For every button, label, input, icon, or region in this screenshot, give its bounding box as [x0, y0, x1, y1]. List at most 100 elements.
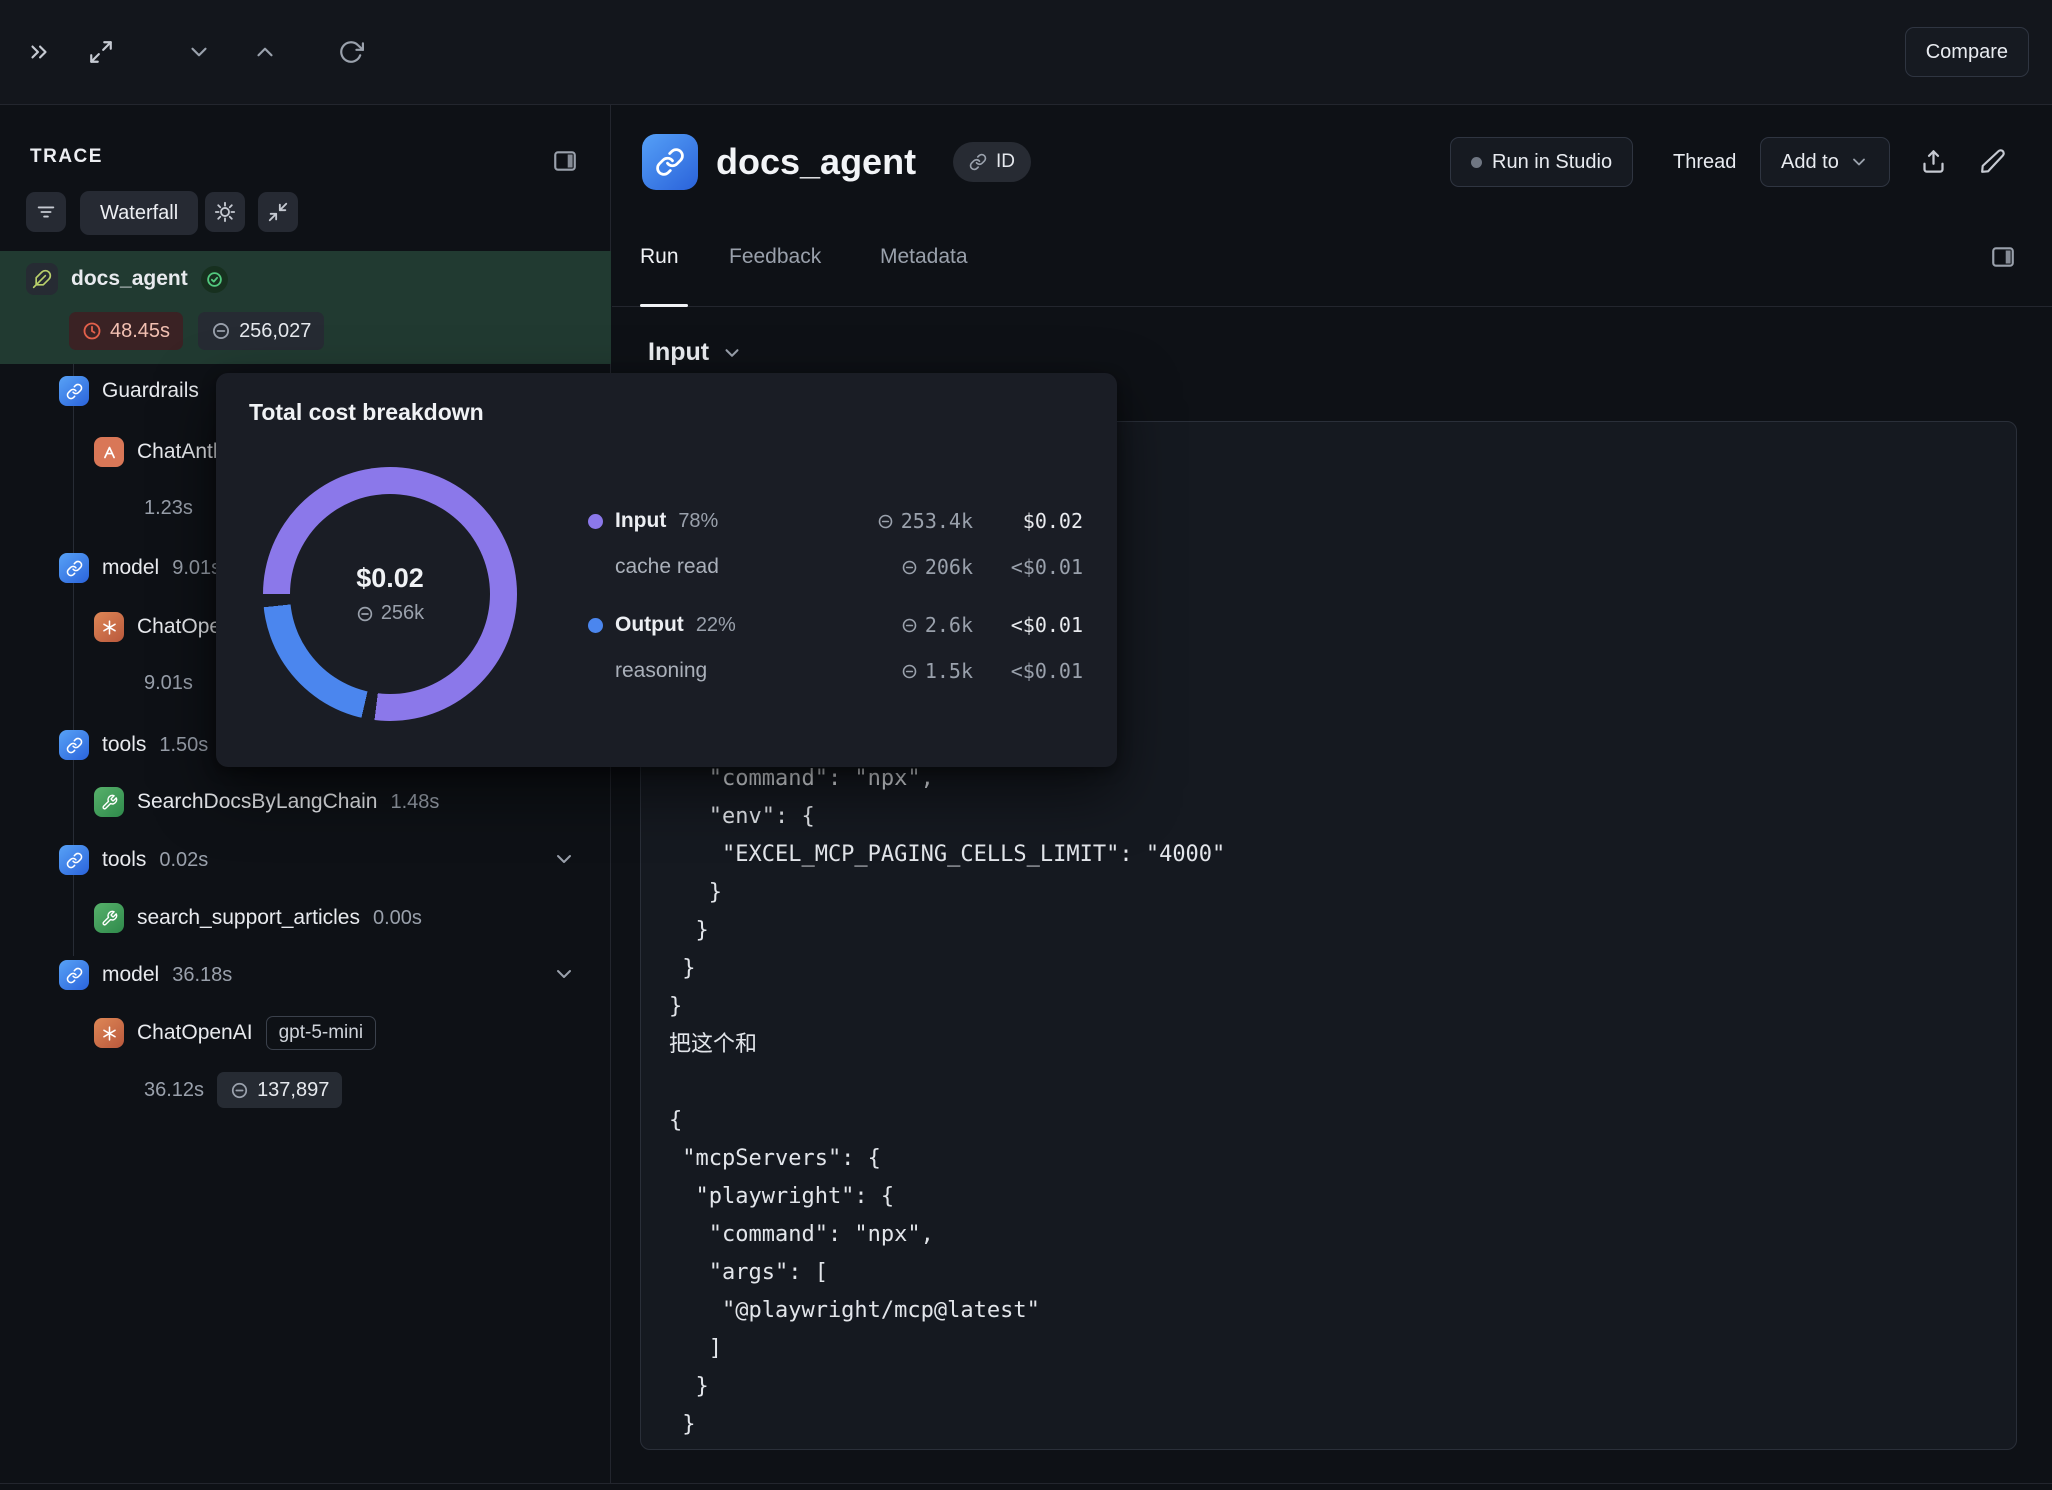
- chevron-down-icon[interactable]: [552, 962, 576, 986]
- refresh-icon[interactable]: [338, 39, 364, 65]
- run-type-chain-icon: [642, 134, 698, 190]
- wrench-icon: [94, 903, 124, 933]
- panel-toggle-icon[interactable]: [1990, 244, 2016, 270]
- duration-value: 48.45s: [110, 320, 170, 343]
- legend-pct: 22%: [696, 614, 736, 637]
- total-tokens-value: 256k: [381, 602, 424, 625]
- openai-icon: [94, 1018, 124, 1048]
- clock-icon: [82, 321, 102, 341]
- run-name: ChatOpenAI: [137, 1021, 253, 1045]
- filter-icon: [35, 201, 57, 223]
- share-icon[interactable]: [1920, 148, 1947, 175]
- cost-donut-chart: $0.02 256k: [263, 467, 517, 721]
- tokens-badge: 137,897: [217, 1072, 342, 1108]
- trace-row[interactable]: model 36.18s: [59, 951, 232, 999]
- top-toolbar: Compare: [0, 0, 2052, 105]
- page-title: docs_agent: [716, 134, 916, 190]
- openai-icon: [94, 612, 124, 642]
- run-name: tools: [102, 733, 146, 757]
- id-badge-label: ID: [996, 151, 1015, 173]
- token-icon: [877, 513, 894, 530]
- trace-row[interactable]: ChatOpenAI gpt-5-mini: [94, 1009, 376, 1057]
- collapse-all-button[interactable]: [258, 192, 298, 232]
- run-name: model: [102, 963, 159, 987]
- run-duration: 36.18s: [172, 964, 232, 987]
- settings-button[interactable]: [205, 192, 245, 232]
- trace-row[interactable]: search_support_articles 0.00s: [94, 894, 422, 942]
- cost-legend: Input 78% 253.4k $0.02 cache read 206k: [588, 498, 1083, 694]
- status-dot: [1471, 157, 1482, 168]
- run-name: SearchDocsByLangChain: [137, 790, 377, 814]
- panel-toggle-icon[interactable]: [552, 148, 578, 174]
- input-section-header[interactable]: Input: [648, 338, 743, 367]
- token-icon: [901, 663, 918, 680]
- total-tokens: 256k: [356, 602, 424, 625]
- legend-row-output: Output 22% 2.6k <$0.01: [588, 602, 1083, 648]
- thread-label: Thread: [1673, 151, 1736, 174]
- run-duration: 36.12s: [144, 1079, 204, 1102]
- edit-icon[interactable]: [1980, 148, 2006, 174]
- tab-metadata[interactable]: Metadata: [880, 236, 968, 278]
- legend-cost: <$0.01: [973, 659, 1083, 683]
- trace-row[interactable]: tools 0.02s: [59, 836, 208, 884]
- tokens-value: 256,027: [239, 320, 311, 343]
- bottom-divider: [0, 1483, 2052, 1484]
- gear-icon: [214, 201, 236, 223]
- legend-cost: <$0.01: [973, 555, 1083, 579]
- input-dot: [588, 514, 603, 529]
- token-icon: [901, 617, 918, 634]
- wrench-icon: [94, 787, 124, 817]
- legend-cost: $0.02: [973, 509, 1083, 533]
- collapse-panel-icon[interactable]: [26, 39, 52, 65]
- legend-tokens: 253.4k: [901, 509, 973, 533]
- trace-row-meta: 9.01s: [144, 659, 193, 707]
- chevron-up-icon[interactable]: [252, 39, 278, 65]
- trace-root-row[interactable]: docs_agent: [26, 255, 228, 303]
- chevron-down-icon[interactable]: [186, 39, 212, 65]
- token-icon: [901, 559, 918, 576]
- cost-breakdown-tooltip: Total cost breakdown $0.02 256k Input 78…: [216, 373, 1117, 767]
- minimize-icon: [267, 201, 289, 223]
- tabs-divider: [612, 306, 2052, 307]
- legend-row-input: Input 78% 253.4k $0.02: [588, 498, 1083, 544]
- trace-row[interactable]: model 9.01s: [59, 544, 221, 592]
- id-badge[interactable]: ID: [953, 142, 1031, 182]
- chevron-down-icon[interactable]: [552, 847, 576, 871]
- tab-feedback[interactable]: Feedback: [729, 236, 821, 278]
- run-in-studio-button[interactable]: Run in Studio: [1450, 137, 1633, 187]
- token-icon: [356, 605, 374, 623]
- success-check-icon: [201, 266, 228, 293]
- trace-root-name: docs_agent: [71, 267, 188, 291]
- feather-icon: [26, 263, 58, 295]
- filter-button[interactable]: [26, 192, 66, 232]
- compare-button[interactable]: Compare: [1905, 27, 2029, 77]
- tokens-value: 137,897: [257, 1079, 329, 1102]
- trace-row[interactable]: SearchDocsByLangChain 1.48s: [94, 778, 439, 826]
- trace-row[interactable]: Guardrails: [59, 367, 199, 415]
- add-to-button[interactable]: Add to: [1760, 137, 1890, 187]
- legend-row-cache-read: cache read 206k <$0.01: [588, 544, 1083, 590]
- chevron-down-icon: [1849, 152, 1869, 172]
- link-icon: [969, 153, 987, 171]
- tab-run[interactable]: Run: [640, 236, 679, 278]
- token-icon: [230, 1081, 249, 1100]
- run-duration: 9.01s: [172, 557, 221, 580]
- waterfall-button[interactable]: Waterfall: [80, 191, 198, 235]
- trace-row-meta: 1.23s: [144, 484, 193, 532]
- token-icon: [211, 321, 231, 341]
- trace-root-badges: 48.45s 256,027: [69, 312, 324, 350]
- run-name: model: [102, 556, 159, 580]
- chain-icon: [59, 553, 89, 583]
- donut-center: $0.02 256k: [290, 494, 490, 694]
- run-duration: 0.02s: [159, 849, 208, 872]
- legend-label: cache read: [615, 555, 719, 579]
- thread-button[interactable]: Thread: [1652, 137, 1757, 187]
- run-duration: 9.01s: [144, 672, 193, 695]
- expand-icon[interactable]: [88, 39, 114, 65]
- run-duration: 1.23s: [144, 497, 193, 520]
- active-tab-underline: [640, 304, 688, 307]
- trace-row[interactable]: tools 1.50s: [59, 721, 208, 769]
- run-in-studio-label: Run in Studio: [1492, 151, 1612, 174]
- run-name: search_support_articles: [137, 906, 360, 930]
- legend-pct: 78%: [678, 510, 718, 533]
